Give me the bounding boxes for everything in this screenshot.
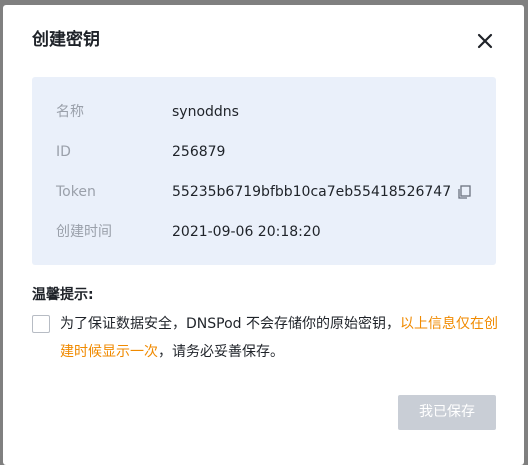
- tips-text-prefix: 为了保证数据安全，DNSPod 不会存储你的原始密钥，: [60, 316, 400, 332]
- name-value: synoddns: [172, 104, 239, 120]
- dialog-title: 创建密钥: [32, 30, 100, 50]
- tips-text: 为了保证数据安全，DNSPod 不会存储你的原始密钥，以上信息仅在创建时候显示一…: [60, 310, 500, 366]
- id-label: ID: [56, 144, 71, 160]
- id-value: 256879: [172, 144, 226, 160]
- confirm-checkbox[interactable]: [32, 315, 50, 333]
- name-label: 名称: [56, 104, 84, 120]
- copy-icon[interactable]: [457, 185, 471, 199]
- create-key-dialog: 创建密钥 名称 synoddns ID 256879 Token 55235b6…: [3, 5, 524, 465]
- key-info-panel: 名称 synoddns ID 256879 Token 55235b6719bf…: [32, 77, 496, 265]
- close-icon[interactable]: [475, 31, 495, 51]
- tips-title: 温馨提示:: [32, 287, 94, 303]
- created-time-value: 2021-09-06 20:18:20: [172, 224, 321, 240]
- token-row: Token 55235b6719bfbb10ca7eb55418526747: [56, 182, 486, 202]
- tips-text-suffix: ，请务必妥善保存。: [158, 344, 284, 360]
- token-label: Token: [56, 184, 96, 200]
- saved-confirm-button[interactable]: 我已保存: [398, 395, 496, 430]
- created-time-label: 创建时间: [56, 224, 112, 240]
- token-value: 55235b6719bfbb10ca7eb55418526747: [172, 184, 452, 200]
